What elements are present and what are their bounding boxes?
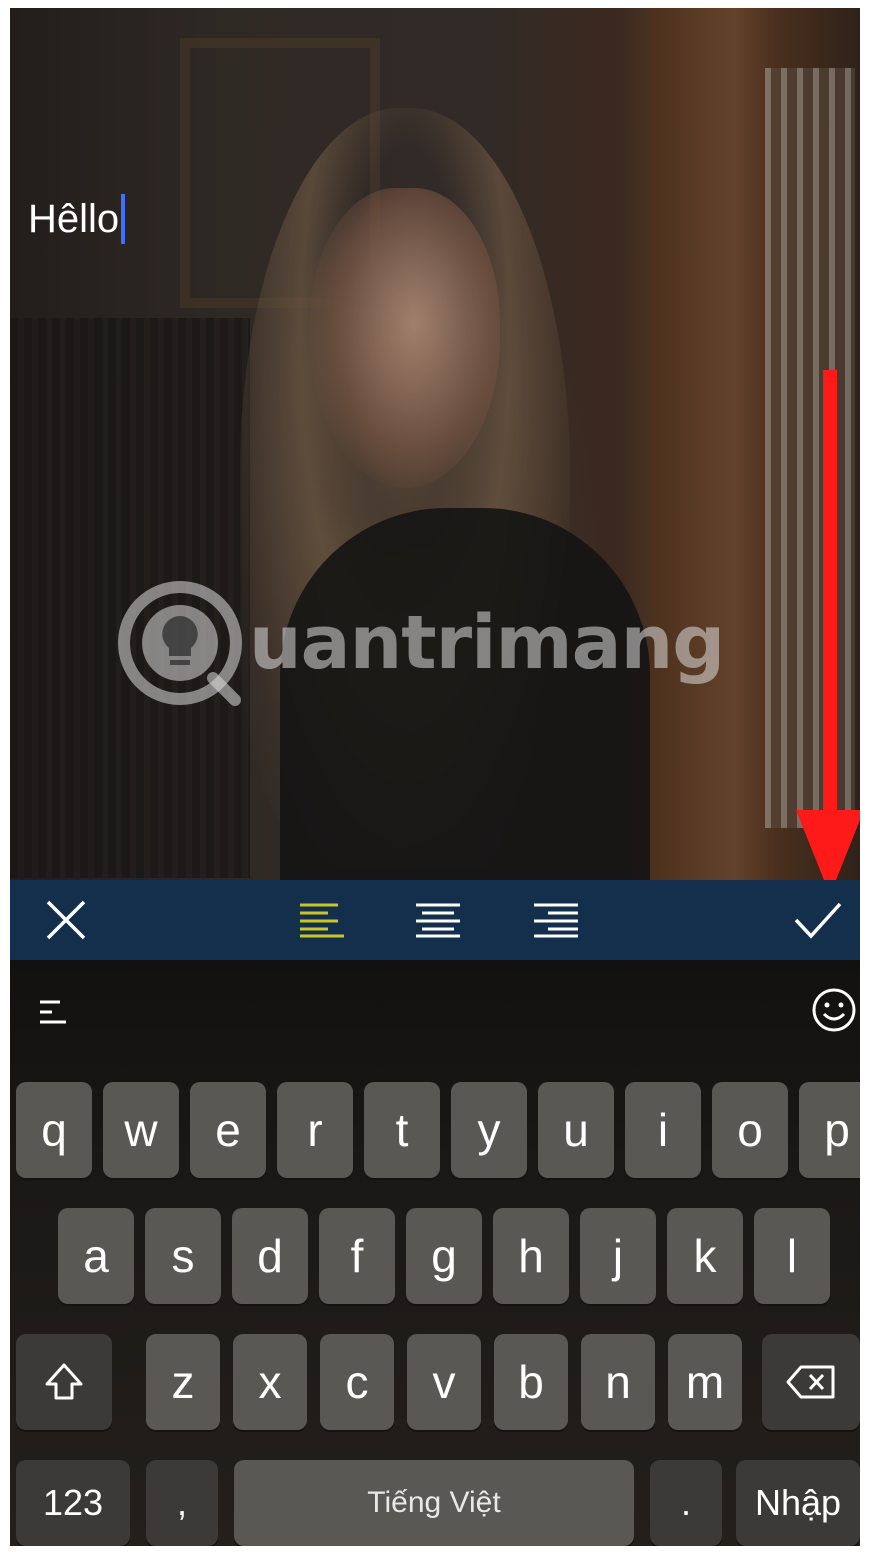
key-g[interactable]: g xyxy=(406,1208,482,1304)
key-f[interactable]: f xyxy=(319,1208,395,1304)
key-e[interactable]: e xyxy=(190,1082,266,1178)
key-o[interactable]: o xyxy=(712,1082,788,1178)
key-j[interactable]: j xyxy=(580,1208,656,1304)
text-input-overlay[interactable]: Hêllo xyxy=(28,194,126,244)
key-z[interactable]: z xyxy=(146,1334,220,1430)
numbers-key[interactable]: 123 xyxy=(16,1460,130,1546)
watermark-text: uantrimang xyxy=(249,600,725,686)
red-arrow-annotation xyxy=(796,370,860,895)
key-c[interactable]: c xyxy=(320,1334,394,1430)
align-left-button[interactable] xyxy=(292,890,352,950)
key-u[interactable]: u xyxy=(538,1082,614,1178)
key-p[interactable]: p xyxy=(799,1082,860,1178)
key-a[interactable]: a xyxy=(58,1208,134,1304)
key-v[interactable]: v xyxy=(407,1334,481,1430)
photo-dim-overlay xyxy=(10,8,860,880)
key-k[interactable]: k xyxy=(667,1208,743,1304)
align-right-icon xyxy=(534,903,578,938)
key-w[interactable]: w xyxy=(103,1082,179,1178)
key-h[interactable]: h xyxy=(493,1208,569,1304)
backspace-key[interactable] xyxy=(762,1334,860,1430)
key-y[interactable]: y xyxy=(451,1082,527,1178)
key-n[interactable]: n xyxy=(581,1334,655,1430)
key-s[interactable]: s xyxy=(145,1208,221,1304)
comma-key[interactable]: , xyxy=(146,1460,218,1546)
key-l[interactable]: l xyxy=(754,1208,830,1304)
period-key[interactable]: . xyxy=(650,1460,722,1546)
shift-key[interactable] xyxy=(16,1334,112,1430)
align-right-button[interactable] xyxy=(526,890,586,950)
emoji-icon[interactable] xyxy=(810,986,858,1034)
space-key[interactable]: Tiếng Việt xyxy=(234,1460,634,1546)
photo-canvas[interactable]: uantrimang Hêllo xyxy=(10,8,860,880)
key-x[interactable]: x xyxy=(233,1334,307,1430)
return-key[interactable]: Nhập xyxy=(736,1460,860,1546)
text-caret xyxy=(121,194,126,244)
lightbulb-logo-icon xyxy=(118,581,242,706)
align-center-button[interactable] xyxy=(408,890,468,950)
close-button[interactable] xyxy=(36,890,96,950)
close-icon xyxy=(46,900,86,940)
typed-text: Hêllo xyxy=(28,197,120,241)
watermark-logo: uantrimang xyxy=(115,573,775,713)
shift-icon xyxy=(45,1363,83,1400)
key-r[interactable]: r xyxy=(277,1082,353,1178)
key-q[interactable]: q xyxy=(16,1082,92,1178)
text-edit-toolbar xyxy=(10,880,860,960)
align-center-icon xyxy=(416,903,460,938)
text-format-menu-icon[interactable] xyxy=(38,996,70,1028)
key-t[interactable]: t xyxy=(364,1082,440,1178)
key-b[interactable]: b xyxy=(494,1334,568,1430)
key-d[interactable]: d xyxy=(232,1208,308,1304)
confirm-button[interactable] xyxy=(788,890,848,950)
check-icon xyxy=(794,902,842,939)
align-left-icon xyxy=(300,903,344,938)
app-screen: uantrimang Hêllo q w e r t y u i o p a s… xyxy=(10,8,860,1546)
key-m[interactable]: m xyxy=(668,1334,742,1430)
key-i[interactable]: i xyxy=(625,1082,701,1178)
on-screen-keyboard: qwertyuiop asdfghjkl zxcvbnm 123 , Tiếng… xyxy=(10,960,860,1546)
backspace-icon xyxy=(786,1365,835,1399)
